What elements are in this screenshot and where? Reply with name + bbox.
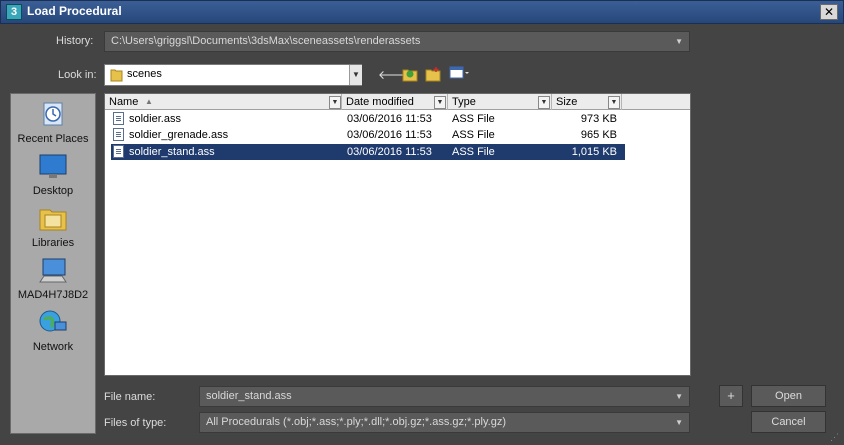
file-type: ASS File (452, 146, 495, 158)
file-icon (113, 145, 124, 158)
place-recent-places[interactable]: Recent Places (11, 100, 95, 145)
file-date: 03/06/2016 11:53 (347, 129, 432, 141)
file-size: 1,015 KB (571, 146, 617, 158)
chevron-down-icon[interactable]: ▼ (608, 96, 620, 109)
column-label: Type (452, 96, 476, 108)
file-size: 965 KB (580, 129, 617, 141)
column-size[interactable]: Size ▼ (552, 94, 622, 110)
column-label: Date modified (346, 96, 414, 108)
file-row-selected[interactable]: soldier_stand.ass 03/06/2016 11:53 ASS F… (110, 143, 626, 161)
chevron-down-icon: ▼ (675, 37, 683, 46)
file-date: 03/06/2016 11:53 (347, 113, 432, 125)
file-name-value: soldier_stand.ass (206, 390, 292, 402)
file-row[interactable]: soldier.ass 03/06/2016 11:53 ASS File 97… (111, 111, 625, 127)
column-label: Size (556, 96, 578, 108)
file-icon (113, 128, 124, 141)
column-name[interactable]: Name ▲ ▼ (105, 94, 342, 110)
place-network[interactable]: Network (11, 308, 95, 353)
file-name-label: File name: (104, 391, 156, 403)
file-row[interactable]: soldier_grenade.ass 03/06/2016 11:53 ASS… (111, 127, 625, 143)
file-type: ASS File (452, 129, 495, 141)
chevron-down-icon[interactable]: ▼ (329, 96, 341, 109)
close-button[interactable]: ✕ (820, 4, 838, 20)
file-type: ASS File (452, 113, 495, 125)
add-button[interactable]: + (719, 385, 743, 407)
title-bar (0, 0, 844, 24)
file-size: 973 KB (580, 113, 617, 125)
place-label: Desktop (32, 185, 74, 197)
place-computer[interactable]: MAD4H7J8D2 (11, 256, 95, 301)
place-label: MAD4H7J8D2 (17, 289, 89, 301)
column-type[interactable]: Type ▼ (448, 94, 552, 110)
column-header: Name ▲ ▼ Date modified ▼ Type ▼ Size ▼ (105, 94, 690, 110)
network-icon (39, 310, 67, 332)
history-value: C:\Users\griggsl\Documents\3dsMax\scenea… (111, 35, 421, 47)
history-dropdown[interactable]: C:\Users\griggsl\Documents\3dsMax\scenea… (104, 31, 690, 52)
files-of-type-label: Files of type: (104, 417, 167, 429)
libraries-icon (39, 209, 67, 231)
file-name: soldier.ass (129, 113, 181, 125)
app-icon: 3 (6, 4, 22, 20)
view-menu-icon[interactable] (448, 66, 470, 84)
place-libraries[interactable]: Libraries (11, 204, 95, 249)
files-of-type-dropdown[interactable]: All Procedurals (*.obj;*.ass;*.ply;*.dll… (199, 412, 690, 433)
open-button[interactable]: Open (751, 385, 826, 407)
place-label: Recent Places (17, 133, 89, 145)
file-name-input[interactable]: soldier_stand.ass ▼ (199, 386, 690, 407)
recent-places-icon (43, 102, 63, 126)
chevron-down-icon[interactable]: ▼ (538, 96, 550, 109)
place-label: Network (32, 341, 74, 353)
back-arrow-icon[interactable]: 🡐 (378, 66, 410, 84)
file-name: soldier_stand.ass (129, 146, 215, 158)
chevron-down-icon: ▼ (675, 418, 683, 427)
files-of-type-value: All Procedurals (*.obj;*.ass;*.ply;*.dll… (206, 416, 506, 428)
file-list[interactable]: Name ▲ ▼ Date modified ▼ Type ▼ Size ▼ s… (104, 93, 691, 376)
place-label: Libraries (31, 237, 75, 249)
file-name: soldier_grenade.ass (129, 129, 229, 141)
place-desktop[interactable]: Desktop (11, 152, 95, 197)
file-icon (113, 112, 124, 125)
desktop-icon (39, 154, 67, 178)
look-in-dropdown[interactable]: scenes ▼ (104, 64, 362, 86)
look-in-value: scenes (127, 68, 162, 80)
chevron-down-icon[interactable]: ▼ (349, 65, 362, 85)
computer-icon (39, 258, 67, 283)
chevron-down-icon: ▼ (675, 392, 683, 401)
column-date-modified[interactable]: Date modified ▼ (342, 94, 448, 110)
cancel-button[interactable]: Cancel (751, 411, 826, 433)
column-label: Name (109, 96, 139, 108)
window-title: Load Procedural (27, 4, 122, 18)
folder-icon (110, 69, 123, 82)
up-folder-icon[interactable] (401, 66, 419, 84)
new-folder-icon[interactable] (424, 66, 442, 84)
sort-ascending-icon: ▲ (145, 97, 153, 106)
file-date: 03/06/2016 11:53 (347, 146, 432, 158)
resize-grip-icon[interactable]: ⋰ (830, 432, 840, 442)
history-label: History: (56, 35, 94, 47)
chevron-down-icon[interactable]: ▼ (434, 96, 446, 109)
places-bar: Recent Places Desktop Libraries MAD4H7J8… (10, 93, 96, 434)
look-in-label: Look in: (58, 69, 97, 81)
